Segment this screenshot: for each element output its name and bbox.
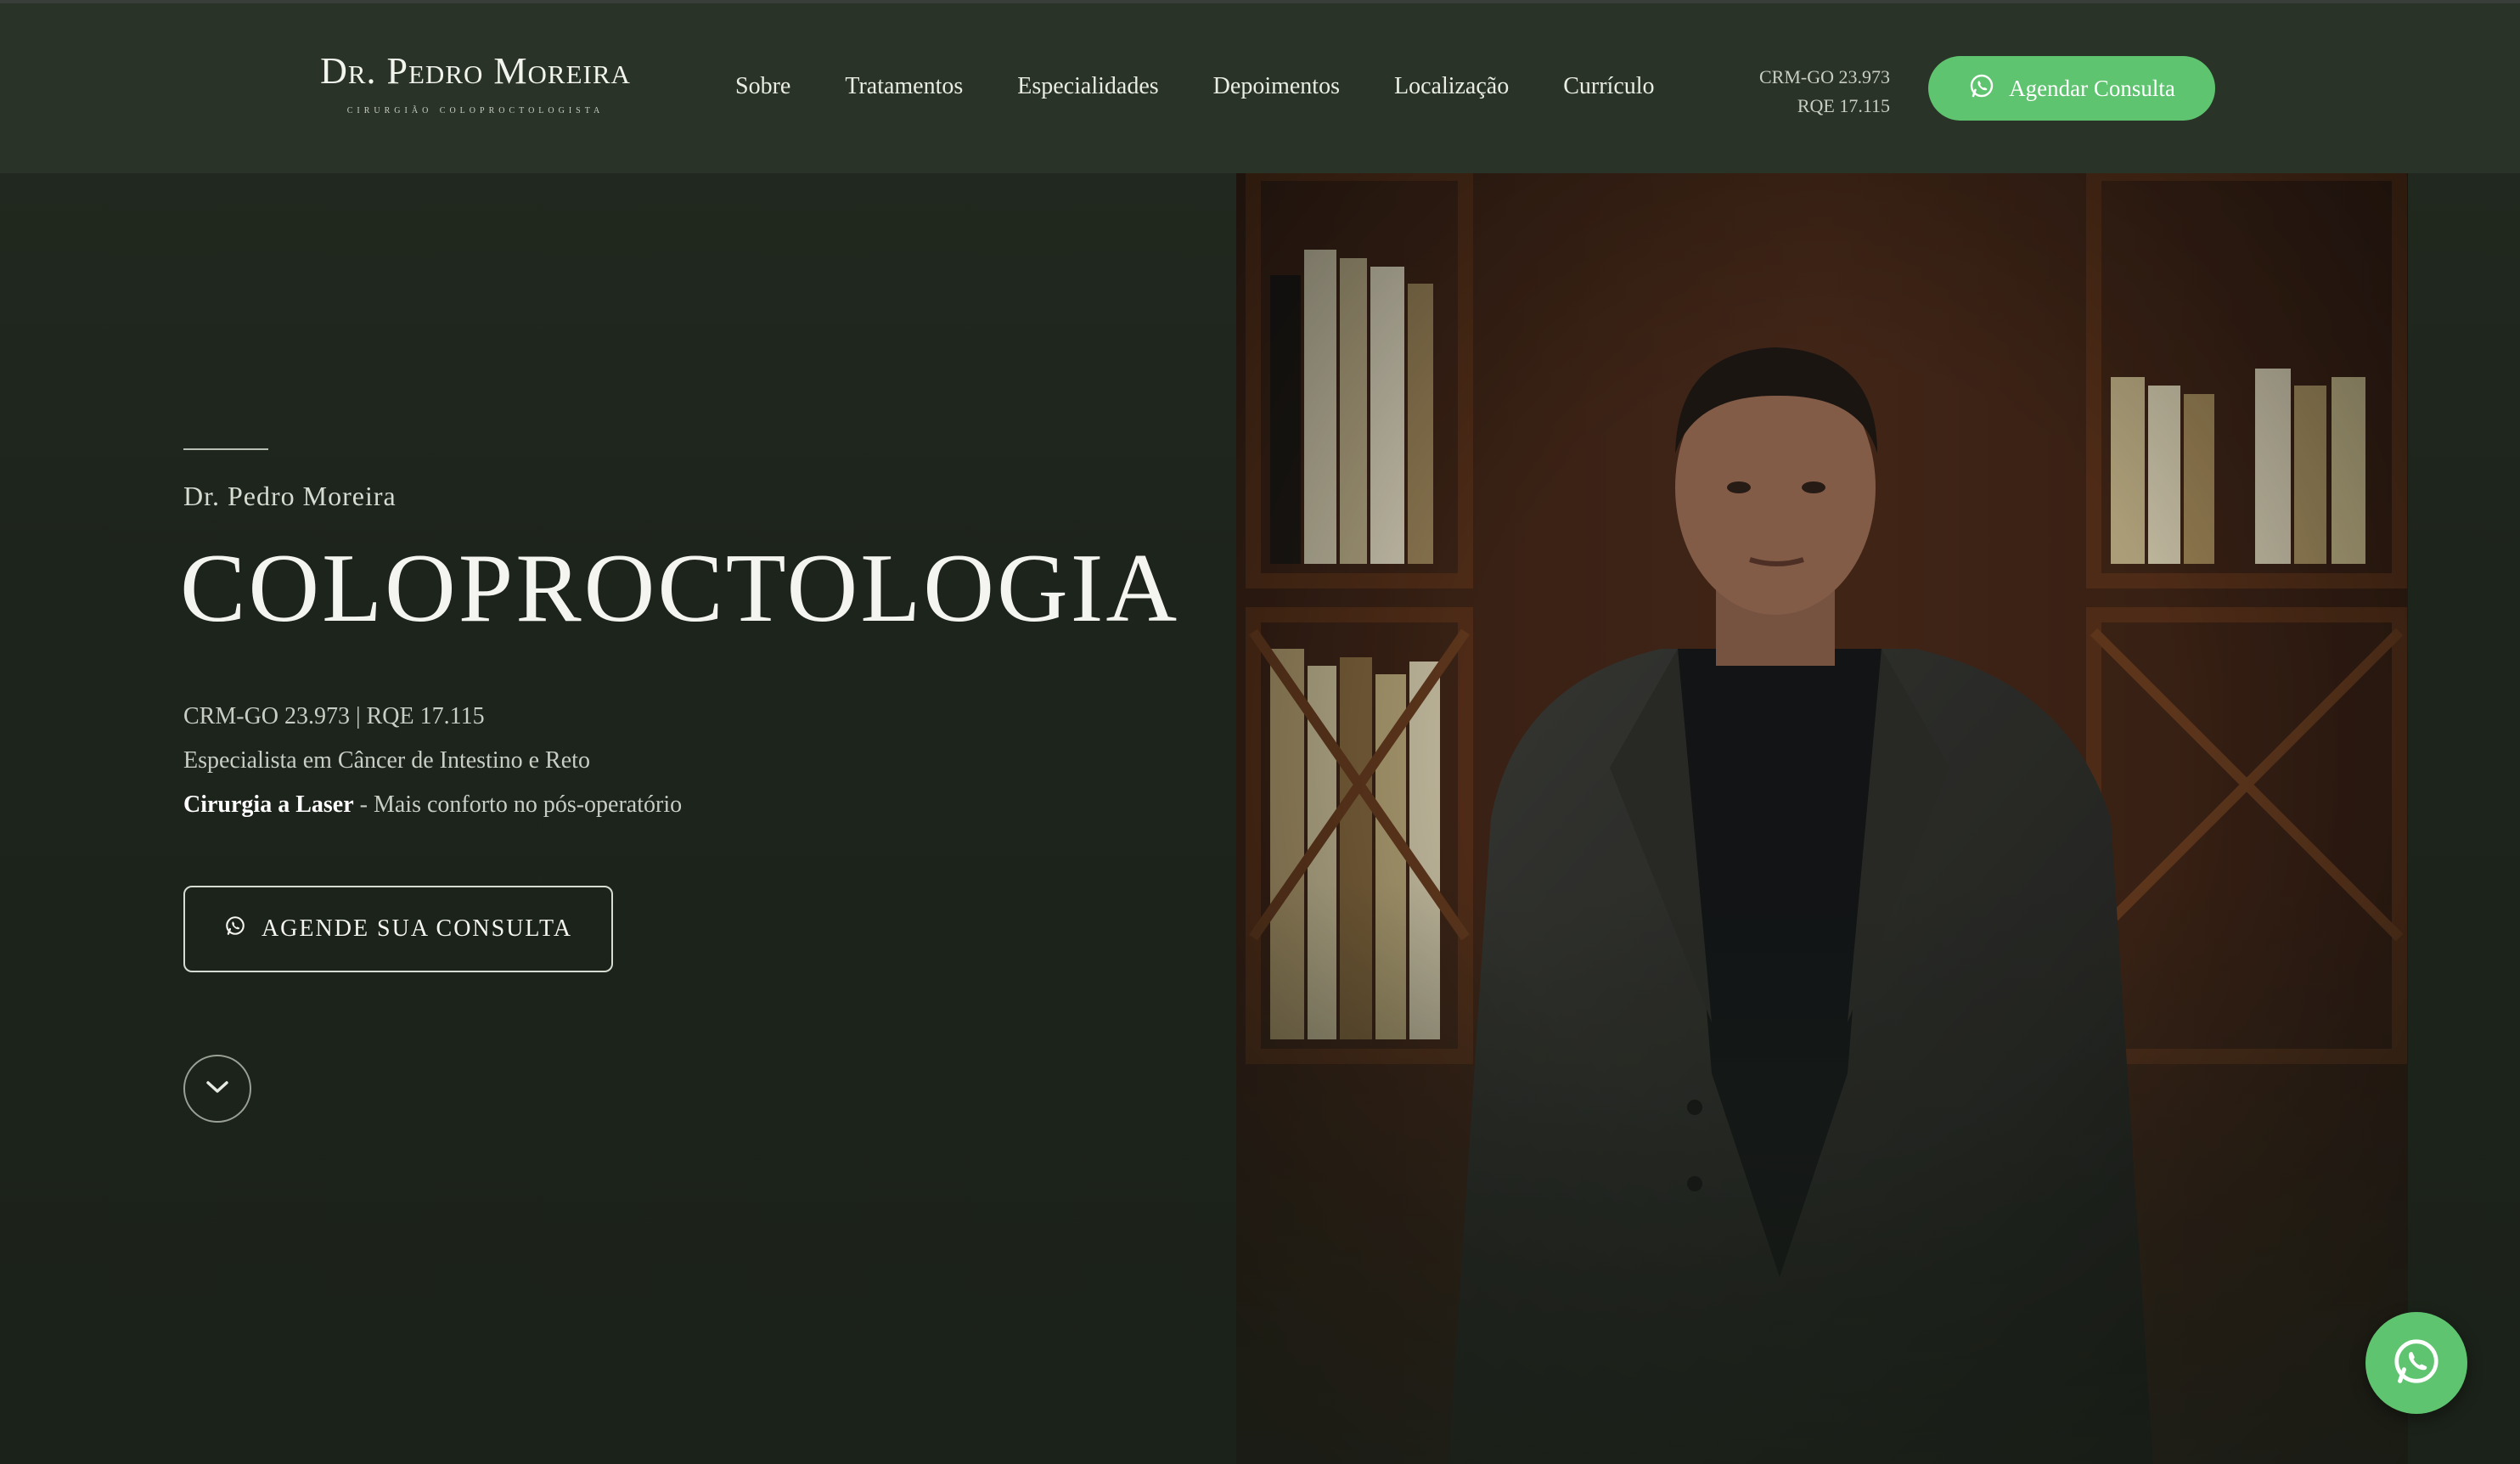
brand-subtitle: Cirurgião Coloproctologista (346, 104, 605, 116)
hero-laser-bold: Cirurgia a Laser (183, 791, 354, 818)
main-nav: Sobre Tratamentos Especialidades Depoime… (735, 73, 1655, 100)
floating-whatsapp-button[interactable] (2365, 1312, 2467, 1414)
hero-laser-line: Cirurgia a Laser - Mais conforto no pós-… (183, 791, 682, 819)
site-header: Dr. Pedro Moreira Cirurgião Coloproctolo… (0, 3, 2520, 173)
brand-logo[interactable]: Dr. Pedro Moreira Cirurgião Coloproctolo… (301, 53, 650, 117)
hero-specialty: Especialista em Câncer de Intestino e Re… (183, 747, 590, 774)
nav-item-especialidades[interactable]: Especialidades (1017, 73, 1158, 100)
nav-item-tratamentos[interactable]: Tratamentos (845, 73, 963, 100)
hero-schedule-button[interactable]: AGENDE SUA CONSULTA (183, 886, 613, 972)
header-registration: CRM-GO 23.973 RQE 17.115 (1732, 63, 1890, 121)
whatsapp-icon (224, 915, 246, 943)
hero-title: COLOPROCTOLOGIA (180, 534, 1180, 643)
nav-item-sobre[interactable]: Sobre (735, 73, 790, 100)
doctor-photo (1236, 173, 2408, 1464)
hero-eyebrow: Dr. Pedro Moreira (183, 481, 397, 511)
whatsapp-icon (2390, 1335, 2443, 1392)
hero-schedule-label: AGENDE SUA CONSULTA (261, 915, 573, 942)
nav-item-curriculo[interactable]: Currículo (1563, 73, 1654, 100)
chevron-down-icon (205, 1078, 230, 1100)
hero-section: Dr. Pedro Moreira COLOPROCTOLOGIA CRM-GO… (180, 170, 1202, 1444)
hero-registration: CRM-GO 23.973 | RQE 17.115 (183, 703, 485, 729)
brand-name: Dr. Pedro Moreira (320, 50, 631, 92)
header-schedule-label: Agendar Consulta (2009, 75, 2175, 101)
nav-item-localizacao[interactable]: Localização (1394, 73, 1509, 100)
header-schedule-button[interactable]: Agendar Consulta (1928, 56, 2215, 121)
header-rqe: RQE 17.115 (1797, 95, 1890, 116)
hero-divider (183, 448, 268, 450)
hero-laser-rest: - Mais conforto no pós-operatório (353, 791, 683, 818)
whatsapp-icon (1968, 72, 1995, 105)
page: Dr. Pedro Moreira Cirurgião Coloproctolo… (0, 0, 2520, 1464)
nav-item-depoimentos[interactable]: Depoimentos (1213, 73, 1340, 100)
scroll-down-button[interactable] (183, 1055, 251, 1123)
header-crm: CRM-GO 23.973 (1758, 66, 1890, 87)
